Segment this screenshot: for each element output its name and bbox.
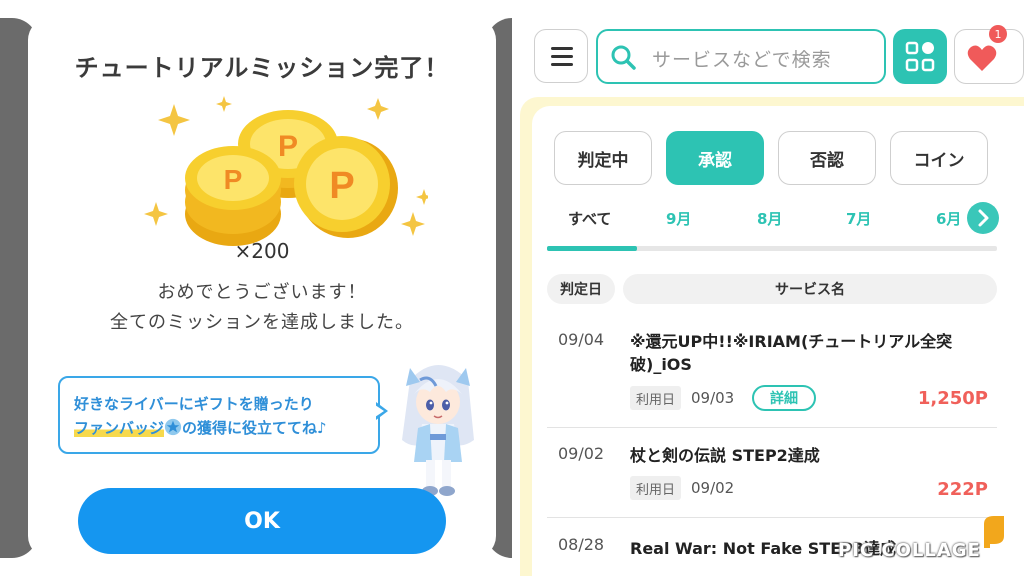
point-history-screen: サービスなどで検索 1 判定中 承認 否認 コイン すべて 9月 8月 7月 6… bbox=[512, 0, 1024, 576]
month-tab-september[interactable]: 9月 bbox=[666, 208, 691, 229]
row-service-name: 杖と剣の伝説 STEP2達成 bbox=[630, 446, 820, 465]
month-tab-august[interactable]: 8月 bbox=[757, 208, 782, 229]
ok-button[interactable]: OK bbox=[78, 488, 446, 554]
row-judged-date: 09/04 bbox=[558, 330, 605, 349]
notification-badge: 1 bbox=[989, 25, 1007, 43]
star-badge-icon bbox=[164, 418, 182, 436]
month-scroll-button[interactable] bbox=[967, 202, 999, 234]
coin-amount: ×200 bbox=[234, 239, 290, 263]
coins-illustration: P P P bbox=[144, 96, 428, 246]
svg-text:P: P bbox=[224, 164, 243, 195]
completion-message: 全てのミッションを達成しました。 bbox=[110, 312, 414, 333]
svg-text:P: P bbox=[329, 165, 354, 207]
sparkle-icon bbox=[401, 212, 425, 236]
sparkle-icon bbox=[144, 202, 168, 226]
row-divider bbox=[547, 517, 997, 518]
mascot-character bbox=[402, 365, 474, 496]
month-tab-july[interactable]: 7月 bbox=[846, 208, 871, 229]
menu-icon bbox=[551, 63, 573, 66]
tab-coin[interactable]: コイン bbox=[890, 131, 988, 185]
watermark-text: PIC COLLAGE bbox=[838, 540, 981, 561]
column-header-service: サービス名 bbox=[623, 274, 997, 304]
sparkle-icon bbox=[216, 96, 232, 112]
points-value: 1,250P bbox=[917, 388, 988, 409]
sparkle-icon bbox=[158, 104, 190, 136]
sparkle-icon bbox=[416, 189, 428, 205]
search-icon bbox=[611, 45, 636, 70]
dialog-title: チュートリアルミッション完了！ bbox=[74, 54, 450, 82]
hint-speech-bubble: 好きなライバーにギフトを贈ったり ファンバッジ の獲得に役立ててね♪ bbox=[58, 376, 380, 454]
search-placeholder: サービスなどで検索 bbox=[652, 49, 832, 71]
menu-icon bbox=[551, 47, 573, 50]
svg-text:P: P bbox=[278, 130, 298, 163]
congrats-message: おめでとうございます！ bbox=[157, 282, 367, 303]
hint-line-2: ファンバッジ の獲得に役立ててね♪ bbox=[74, 416, 364, 440]
heart-icon bbox=[967, 45, 997, 71]
row-service-name: ※還元UP中!!※IRIAM(チュートリアル全突破)_iOS bbox=[630, 332, 953, 374]
hint-line-1: 好きなライバーにギフトを贈ったり bbox=[74, 395, 314, 413]
tab-rejected[interactable]: 否認 bbox=[778, 131, 876, 185]
bubble-tail-inner bbox=[375, 405, 384, 417]
hint-line-2-rest: の獲得に役立ててね♪ bbox=[182, 419, 327, 437]
column-header-date: 判定日 bbox=[547, 274, 615, 304]
month-tab-all[interactable]: すべて bbox=[568, 208, 611, 229]
favorites-button[interactable]: 1 bbox=[954, 25, 1024, 84]
points-value: 222P bbox=[937, 479, 988, 500]
search-input[interactable]: サービスなどで検索 bbox=[596, 29, 886, 84]
chevron-right-icon bbox=[978, 209, 989, 227]
category-grid-button[interactable] bbox=[893, 29, 947, 84]
sparkle-icon bbox=[367, 98, 389, 120]
menu-icon bbox=[551, 55, 573, 58]
fan-badge-text: ファンバッジ bbox=[74, 419, 165, 437]
menu-button[interactable] bbox=[534, 29, 588, 83]
collage-logo-icon bbox=[984, 516, 1004, 548]
mission-complete-dialog: チュートリアルミッション完了！ P P P ×200 おめでとうございます！ 全… bbox=[28, 18, 496, 558]
tab-approved[interactable]: 承認 bbox=[666, 131, 764, 185]
row-divider bbox=[547, 427, 997, 428]
grid-icon bbox=[905, 41, 935, 72]
month-tab-indicator bbox=[547, 246, 637, 251]
month-tab-june[interactable]: 6月 bbox=[936, 208, 961, 229]
mission-complete-panel: チュートリアルミッション完了！ P P P ×200 おめでとうございます！ 全… bbox=[0, 0, 512, 576]
tab-pending[interactable]: 判定中 bbox=[554, 131, 652, 185]
use-date-value: 09/03 bbox=[691, 389, 735, 407]
row-judged-date: 09/02 bbox=[558, 444, 605, 463]
use-date-label: 利用日 bbox=[630, 386, 682, 410]
use-date-value: 09/02 bbox=[691, 479, 735, 497]
use-date-label: 利用日 bbox=[630, 476, 682, 500]
detail-button[interactable]: 詳細 bbox=[752, 385, 816, 411]
row-judged-date: 08/28 bbox=[558, 535, 605, 554]
